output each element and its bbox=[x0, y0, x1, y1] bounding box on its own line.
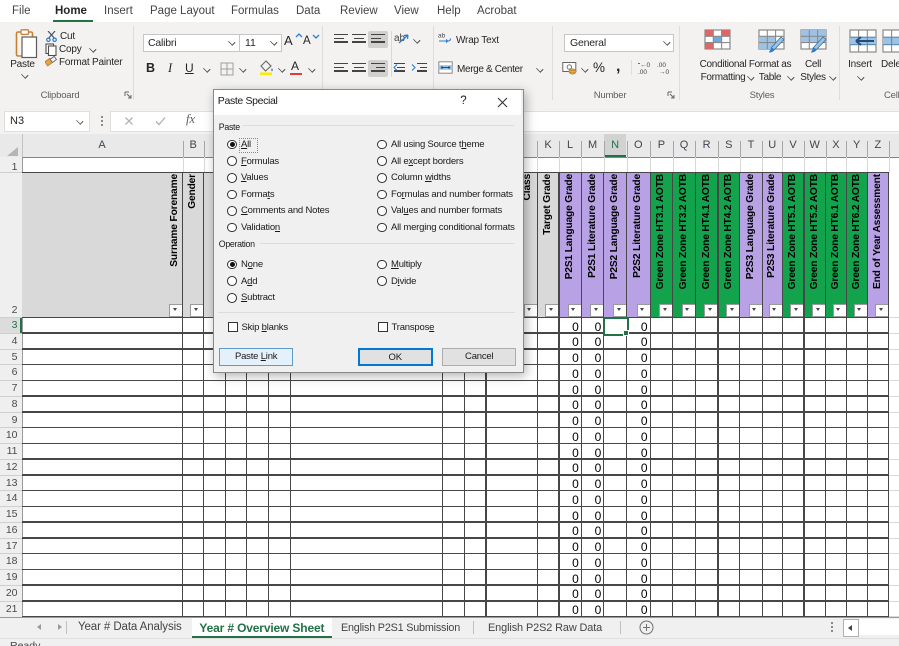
svg-text:←0: ←0 bbox=[640, 62, 651, 69]
svg-text:ab: ab bbox=[438, 33, 446, 40]
svg-text:.00: .00 bbox=[657, 62, 666, 69]
svg-text:.00: .00 bbox=[638, 69, 647, 75]
svg-text:→0: →0 bbox=[659, 69, 670, 75]
